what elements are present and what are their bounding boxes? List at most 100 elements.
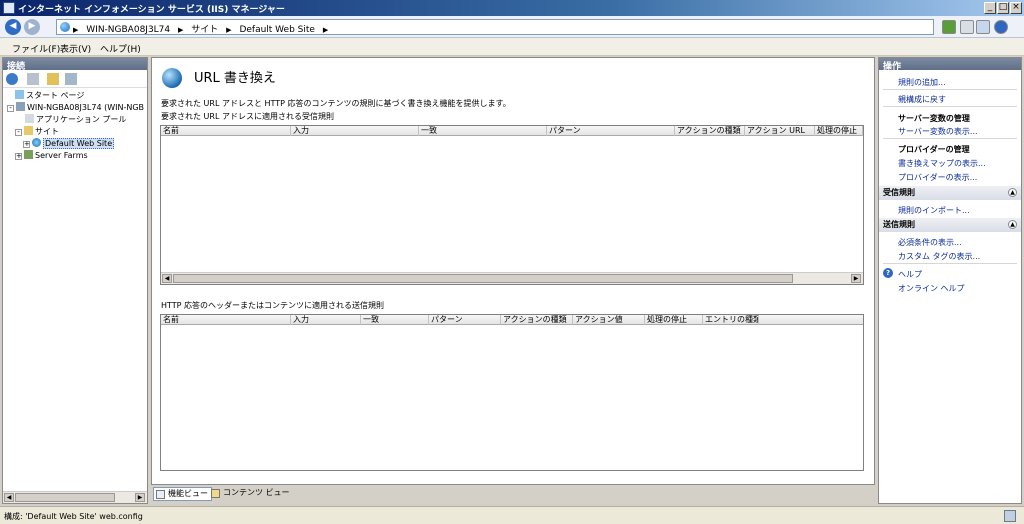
col-entry-type[interactable]: エントリの種類 [703, 315, 759, 325]
col-pattern[interactable]: パターン [429, 315, 501, 325]
chevron-up-icon[interactable]: ▲ [1008, 188, 1017, 197]
scroll-right-icon[interactable]: ▶ [135, 493, 145, 502]
scroll-thumb[interactable] [15, 493, 115, 502]
app-pool-icon [25, 114, 34, 123]
view-preconditions-link[interactable]: 必須条件の表示... [898, 237, 962, 248]
chevron-right-icon: ▶ [178, 26, 184, 34]
menu-help[interactable]: ヘルプ(H) [100, 42, 141, 55]
outbound-rules-grid[interactable]: 名前 入力 一致 パターン アクションの種類 アクション値 処理の停止 エントリ… [160, 314, 864, 471]
view-custom-tags-link[interactable]: カスタム タグの表示... [898, 251, 980, 262]
close-button[interactable]: × [1010, 2, 1022, 14]
col-action-value[interactable]: アクション値 [573, 315, 645, 325]
page-title: URL 書き換え [194, 71, 276, 86]
start-page-icon [15, 90, 24, 99]
chevron-right-icon: ▶ [226, 26, 232, 34]
inbound-rules-section[interactable]: 受信規則 ▲ [879, 186, 1021, 200]
home-icon[interactable] [976, 20, 990, 34]
delete-connection-icon[interactable] [65, 73, 77, 85]
view-providers-link[interactable]: プロバイダーの表示... [898, 172, 977, 183]
outbound-rules-section[interactable]: 送信規則 ▲ [879, 218, 1021, 232]
col-match[interactable]: 一致 [361, 315, 429, 325]
col-pattern[interactable]: パターン [547, 126, 675, 136]
breadcrumb-default-web-site[interactable]: Default Web Site [239, 25, 315, 35]
help-icon: ? [883, 268, 893, 278]
chevron-right-icon: ▶ [322, 26, 329, 34]
inbound-grid-header: 名前 入力 一致 パターン アクションの種類 アクション URL 処理の停止 [161, 126, 863, 136]
connections-panel: 接続 スタート ページ - WIN-NGBA08J3L74 (WIN-NGB アプ… [2, 57, 148, 504]
sites-folder-icon [24, 126, 33, 135]
feature-description: 要求された URL アドレスと HTTP 応答のコンテンツの規則に基づく書き換え… [161, 99, 511, 108]
website-globe-icon [32, 138, 41, 147]
collapse-icon[interactable]: - [15, 129, 22, 136]
col-action-url[interactable]: アクション URL [745, 126, 815, 136]
scroll-left-icon[interactable]: ◀ [162, 274, 172, 283]
server-farm-icon [24, 150, 33, 159]
save-icon[interactable] [27, 73, 39, 85]
maximize-button[interactable]: □ [997, 2, 1009, 14]
breadcrumb-server[interactable]: WIN-NGBA08J3L74 [86, 25, 170, 35]
separator [883, 263, 1017, 264]
help-link[interactable]: ヘルプ [898, 269, 922, 280]
title-bar: インターネット インフォメーション サービス (IIS) マネージャー _ □ … [0, 0, 1024, 16]
iis-app-icon [3, 2, 15, 14]
server-variables-heading: サーバー変数の管理 [898, 114, 970, 123]
tab-content-view[interactable]: コンテンツ ビュー [209, 487, 293, 501]
separator [883, 138, 1017, 139]
menu-file[interactable]: ファイル(F) [12, 42, 60, 55]
scroll-thumb[interactable] [173, 274, 793, 283]
scroll-left-icon[interactable]: ◀ [4, 493, 14, 502]
tree-item-app-pools[interactable]: アプリケーション プール [25, 114, 126, 125]
online-help-link[interactable]: オンライン ヘルプ [898, 283, 965, 294]
view-server-variables-link[interactable]: サーバー変数の表示... [898, 126, 978, 137]
tree-item-server[interactable]: - WIN-NGBA08J3L74 (WIN-NGB [7, 102, 144, 113]
up-folder-icon[interactable] [47, 73, 59, 85]
tree-item-sites[interactable]: - サイト [15, 126, 59, 137]
actions-panel: 操作 規則の追加... 親構成に戻す サーバー変数の管理 サーバー変数の表示..… [878, 57, 1022, 504]
view-rewrite-maps-link[interactable]: 書き換えマップの表示... [898, 158, 986, 169]
connections-scrollbar[interactable]: ◀ ▶ [3, 491, 147, 503]
network-status-icon [1004, 510, 1016, 522]
connect-icon[interactable] [6, 73, 18, 85]
content-view-icon [211, 489, 220, 498]
col-input[interactable]: 入力 [291, 315, 361, 325]
status-bar: 構成: 'Default Web Site' web.config [0, 506, 1024, 524]
collapse-icon[interactable]: - [7, 105, 14, 112]
inbound-rules-grid[interactable]: 名前 入力 一致 パターン アクションの種類 アクション URL 処理の停止 ◀… [160, 125, 864, 285]
tree-item-default-web-site[interactable]: + Default Web Site [23, 138, 115, 149]
refresh-icon[interactable] [942, 20, 956, 34]
chevron-up-icon[interactable]: ▲ [1008, 220, 1017, 229]
breadcrumb-sites[interactable]: サイト [191, 25, 218, 35]
separator [883, 106, 1017, 107]
globe-icon [60, 22, 70, 32]
col-stop-processing[interactable]: 処理の停止 [645, 315, 703, 325]
tree-item-server-farms[interactable]: + Server Farms [15, 150, 88, 161]
import-rules-link[interactable]: 規則のインポート... [898, 205, 970, 216]
col-action-type[interactable]: アクションの種類 [501, 315, 573, 325]
revert-parent-link[interactable]: 親構成に戻す [898, 94, 946, 105]
add-rule-link[interactable]: 規則の追加... [898, 77, 946, 88]
inbound-grid-scrollbar[interactable]: ◀ ▶ [161, 272, 863, 284]
tree-item-start-page[interactable]: スタート ページ [15, 90, 84, 101]
connections-header: 接続 [3, 58, 147, 72]
col-name[interactable]: 名前 [161, 126, 291, 136]
back-arrow-icon[interactable]: ◀ [5, 19, 21, 35]
col-action-type[interactable]: アクションの種類 [675, 126, 745, 136]
inbound-rules-caption: 要求された URL アドレスに適用される受信規則 [161, 112, 334, 121]
help-dropdown-icon[interactable] [994, 20, 1008, 34]
actions-header: 操作 [879, 58, 1021, 72]
scroll-right-icon[interactable]: ▶ [851, 274, 861, 283]
minimize-button[interactable]: _ [984, 2, 996, 14]
col-input[interactable]: 入力 [291, 126, 419, 136]
tab-features-view[interactable]: 機能ビュー [153, 487, 212, 501]
col-stop-processing[interactable]: 処理の停止 [815, 126, 863, 136]
forward-arrow-icon[interactable]: ▶ [24, 19, 40, 35]
stop-icon[interactable] [960, 20, 974, 34]
col-name[interactable]: 名前 [161, 315, 291, 325]
breadcrumb[interactable]: ▶ WIN-NGBA08J3L74 ▶ サイト ▶ Default Web Si… [56, 19, 934, 35]
outbound-rules-caption: HTTP 応答のヘッダーまたはコンテンツに適用される送信規則 [161, 301, 385, 310]
providers-heading: プロバイダーの管理 [898, 145, 970, 154]
expand-icon[interactable]: + [23, 141, 30, 148]
menu-view[interactable]: 表示(V) [60, 42, 91, 55]
col-match[interactable]: 一致 [419, 126, 547, 136]
expand-icon[interactable]: + [15, 153, 22, 160]
